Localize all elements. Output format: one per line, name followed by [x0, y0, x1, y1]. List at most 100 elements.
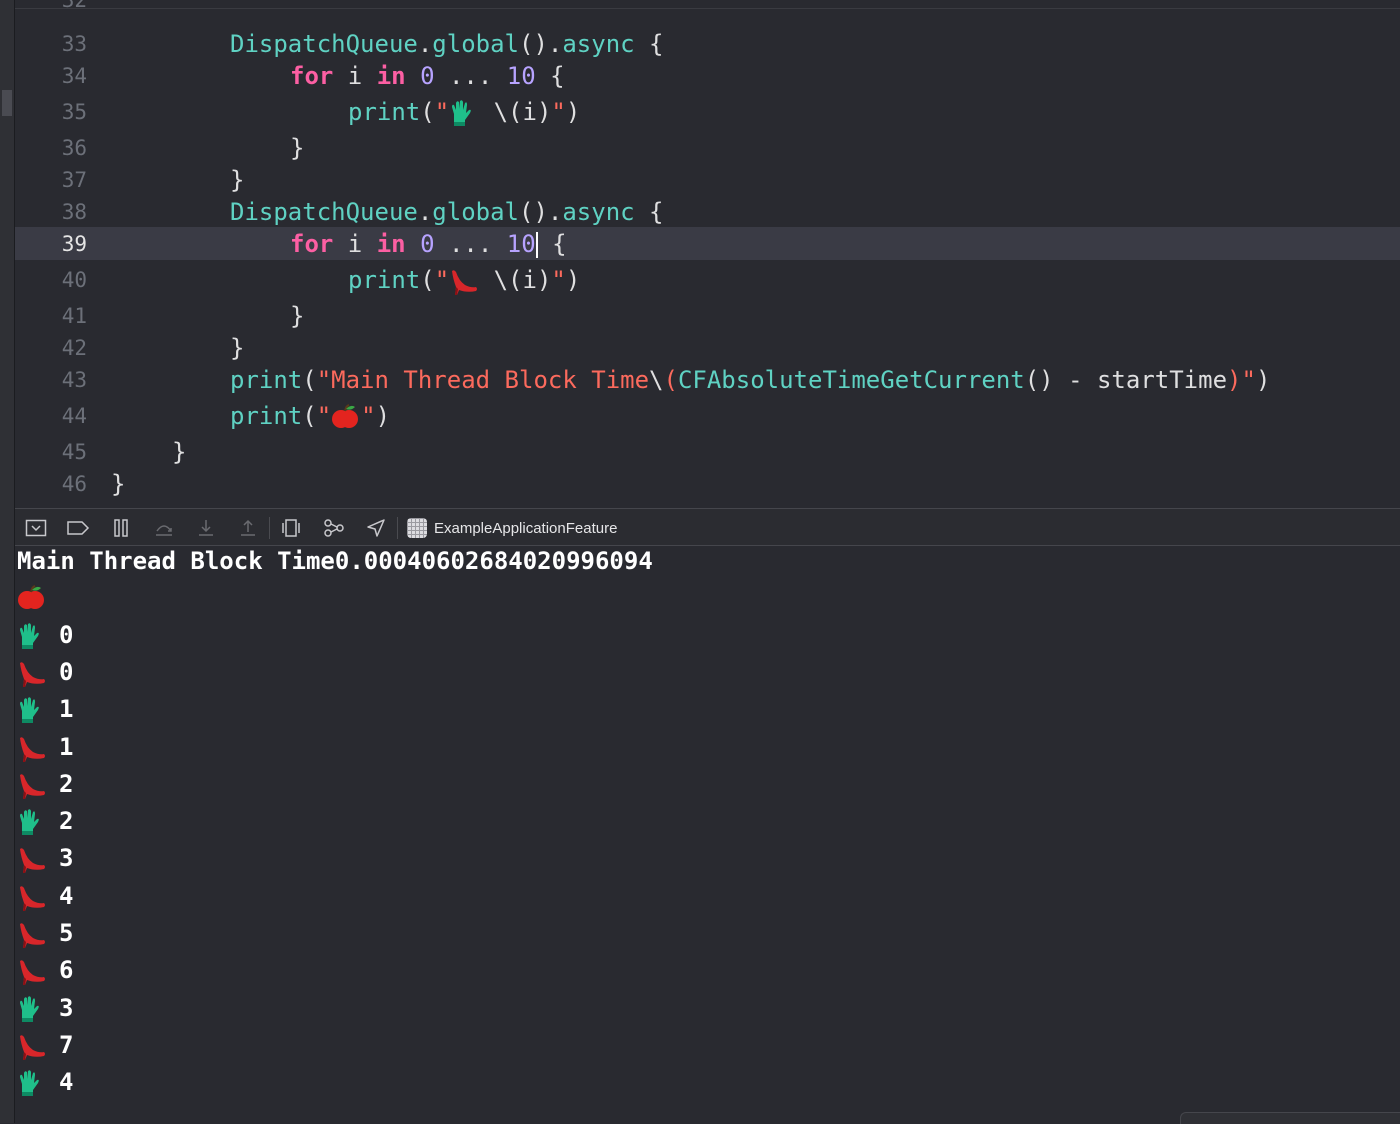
toolbar-separator — [269, 517, 270, 539]
high-heel-emoji-icon — [17, 957, 47, 986]
code-text: } — [290, 134, 305, 162]
line-number: 38 — [61, 200, 87, 224]
line-number: 36 — [61, 136, 87, 160]
line-number: 40 — [61, 268, 87, 292]
code-text: DispatchQueue.global().async { — [230, 198, 664, 226]
console-line: 0 — [17, 617, 73, 654]
console-line-text: 5 — [59, 919, 74, 947]
code-text: } — [111, 470, 126, 498]
code-line-40: 40 print(" \(i)") — [15, 263, 1400, 297]
code-line-45: 45 } — [15, 435, 1400, 469]
code-text: print("Main Thread Block Time\(CFAbsolut… — [230, 366, 1271, 394]
line-number: 34 — [61, 64, 87, 88]
scroll-marker — [2, 90, 12, 116]
glove-emoji-icon — [17, 696, 47, 724]
console-line-text: 4 — [59, 881, 74, 910]
glove-emoji-icon — [17, 1069, 47, 1097]
memory-graph-icon[interactable] — [321, 515, 347, 541]
console-line: 4 — [17, 878, 73, 915]
console-line: Main Thread Block Time0.0004060268402099… — [17, 546, 653, 580]
code-line-37: 37 } — [15, 163, 1400, 197]
glove-emoji-icon — [449, 99, 479, 127]
high-heel-emoji-icon — [449, 267, 479, 295]
console-line-text: 2 — [59, 769, 74, 798]
apple-emoji-icon — [331, 403, 361, 431]
console-line: 4 — [17, 1064, 73, 1101]
line-number: 45 — [61, 440, 87, 464]
code-text: } — [290, 302, 305, 330]
code-line-44: 44 print(" ") — [15, 399, 1400, 433]
code-editor[interactable]: 32 33 DispatchQueue.global().async { 34 … — [15, 0, 1400, 508]
console-line: 3 — [17, 840, 73, 877]
console-line — [17, 579, 47, 616]
code-text: for i in 0 ... 10 { — [290, 230, 567, 258]
console-line-text: 6 — [59, 956, 74, 985]
code-text: } — [172, 438, 187, 466]
console-line-text: 1 — [59, 732, 74, 761]
console-line-text: 1 — [59, 695, 74, 724]
step-into-icon[interactable] — [193, 515, 219, 541]
console-line: 7 — [17, 1027, 73, 1064]
code-line-35: 35 print(" \(i)") — [15, 95, 1400, 129]
line-number: 46 — [61, 472, 87, 496]
hide-debug-area-icon[interactable] — [23, 515, 49, 541]
breakpoints-toggle-icon[interactable] — [65, 515, 91, 541]
line-number: 35 — [61, 100, 87, 124]
code-line-38: 38 DispatchQueue.global().async { — [15, 195, 1400, 229]
console-line-text: 0 — [59, 620, 74, 649]
view-hierarchy-icon[interactable] — [278, 515, 304, 541]
code-line-34: 34 for i in 0 ... 10 { — [15, 59, 1400, 93]
console-output[interactable]: Main Thread Block Time0.0004060268402099… — [15, 546, 1400, 1123]
console-line: 6 — [17, 952, 73, 989]
code-text: print(" \(i)") — [348, 266, 581, 295]
console-line: 3 — [17, 990, 73, 1027]
code-line-33: 33 DispatchQueue.global().async { — [15, 27, 1400, 61]
code-text: DispatchQueue.global().async { — [230, 30, 664, 58]
scheme-selector[interactable]: ExampleApplicationFeature — [407, 516, 617, 540]
code-line-42: 42 } — [15, 331, 1400, 365]
console-line-text: 2 — [59, 807, 74, 836]
console-line: 2 — [17, 766, 73, 803]
console-line: 1 — [17, 729, 73, 766]
high-heel-emoji-icon — [17, 920, 47, 948]
console-line: 1 — [17, 691, 73, 728]
toolbar-separator — [397, 517, 398, 539]
code-line-39-current: 39 for i in 0 ... 10 { — [15, 227, 1400, 260]
step-out-icon[interactable] — [235, 515, 261, 541]
console-line-text: Main Thread Block Time0.0004060268402099… — [17, 547, 653, 575]
line-number: 41 — [61, 304, 87, 328]
glove-emoji-icon — [17, 995, 47, 1023]
code-line-43: 43 print("Main Thread Block Time\(CFAbso… — [15, 363, 1400, 397]
code-line-46: 46 } — [15, 467, 1400, 501]
code-text: for i in 0 ... 10 { — [290, 62, 565, 90]
high-heel-emoji-icon — [17, 734, 47, 762]
code-text: } — [230, 334, 245, 362]
code-line-36: 36 } — [15, 131, 1400, 165]
console-line-text: 7 — [59, 1030, 74, 1059]
line-number: 33 — [61, 32, 87, 56]
glove-emoji-icon — [17, 622, 47, 650]
line-number: 37 — [61, 168, 87, 192]
high-heel-emoji-icon — [17, 883, 47, 911]
console-line: 0 — [17, 654, 73, 691]
console-line-text: 0 — [59, 657, 74, 686]
pause-icon[interactable] — [108, 515, 134, 541]
code-text: print(" ") — [230, 402, 391, 431]
code-line-41: 41 } — [15, 299, 1400, 333]
app-target-icon — [407, 518, 427, 538]
console-line-text: 4 — [59, 1068, 74, 1097]
step-over-icon[interactable] — [151, 515, 177, 541]
line-number: 43 — [61, 368, 87, 392]
line-number: 42 — [61, 336, 87, 360]
high-heel-emoji-icon — [17, 659, 47, 687]
code-text: print(" \(i)") — [348, 98, 581, 127]
gutter-strip — [0, 0, 15, 1123]
high-heel-emoji-icon — [17, 771, 47, 799]
location-icon[interactable] — [363, 515, 389, 541]
high-heel-emoji-icon — [17, 1032, 47, 1060]
line-number: 44 — [61, 404, 87, 428]
line-number: 32 — [61, 0, 87, 12]
glove-emoji-icon — [17, 808, 47, 836]
console-line-text: 3 — [59, 844, 74, 873]
console-filter-bar[interactable] — [1180, 1112, 1400, 1124]
